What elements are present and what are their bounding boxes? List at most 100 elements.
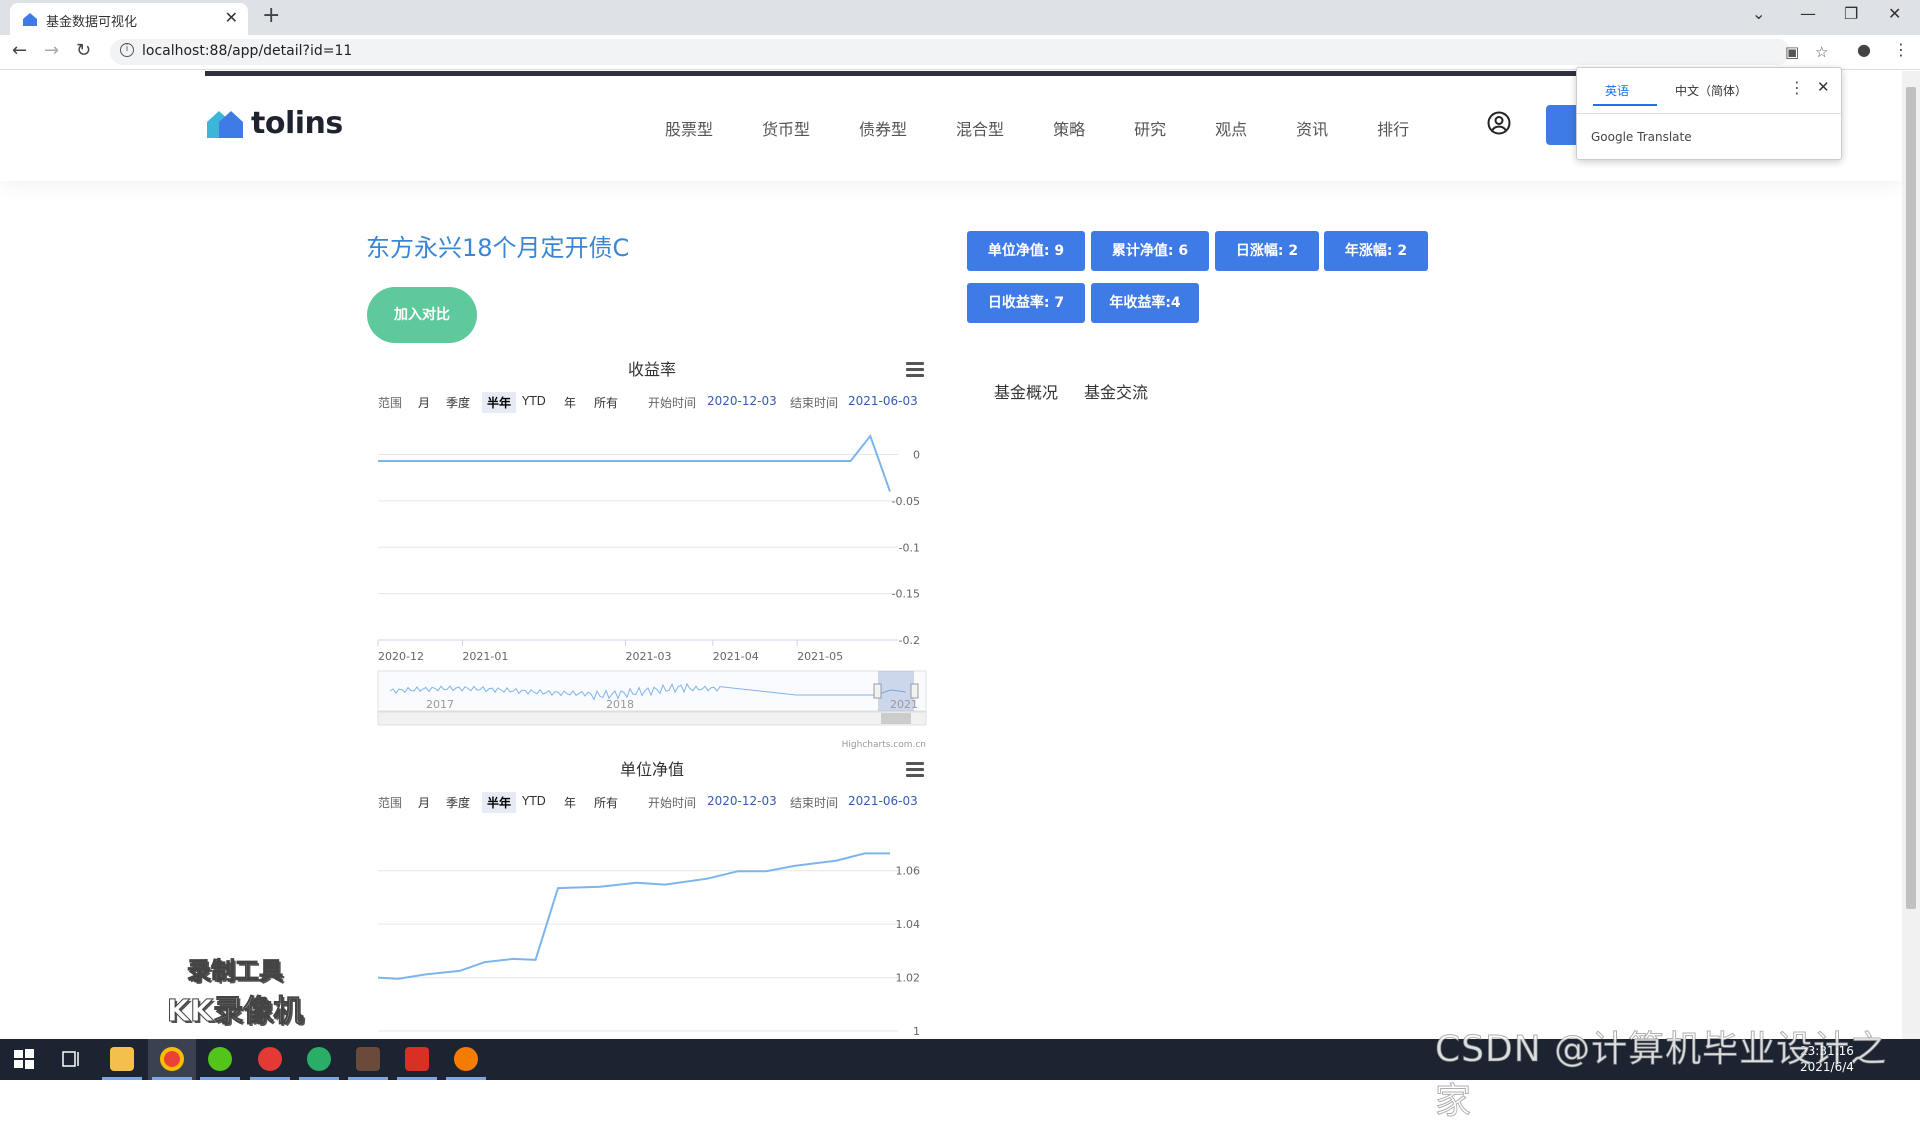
wps-icon[interactable] (405, 1047, 429, 1071)
add-to-compare-button[interactable]: 加入对比 (367, 287, 477, 343)
range-button-quarter[interactable]: 季度 (446, 394, 470, 411)
navigator-label: 2018 (606, 698, 634, 711)
navigator-handle (873, 683, 882, 699)
range-button-month[interactable]: 月 (418, 794, 430, 811)
tab-fund-discussion[interactable]: 基金交流 (1084, 379, 1148, 403)
new-tab-icon[interactable]: + (262, 3, 280, 28)
chart-credit: Highcharts.com.cn (842, 740, 926, 750)
start-date-input[interactable]: 2020-12-03 (707, 794, 777, 808)
range-button-year[interactable]: 年 (564, 794, 576, 811)
range-button-halfyear[interactable]: 半年 (482, 392, 517, 413)
translate-lang-to[interactable]: 中文（简体） (1675, 82, 1747, 99)
chrome-icon[interactable] (160, 1047, 184, 1071)
wechat-icon[interactable] (307, 1047, 331, 1071)
translate-options-icon[interactable]: ⋮ (1789, 78, 1805, 97)
csdn-watermark: CSDN @计算机毕业设计之家 (1435, 1029, 1888, 1123)
browser-tab[interactable]: 基金数据可视化 ✕ (10, 3, 248, 35)
bookmark-star-icon[interactable]: ☆ (1815, 43, 1828, 61)
range-label: 范围 (378, 396, 403, 410)
y-tick-label: 1.04 (896, 918, 921, 931)
back-icon[interactable]: ← (12, 40, 27, 61)
range-label: 范围 (378, 796, 403, 810)
nav-item[interactable]: 混合型 (956, 116, 1004, 140)
range-button-halfyear[interactable]: 半年 (482, 792, 517, 813)
nav-item[interactable]: 债券型 (859, 116, 907, 140)
recorder-app-icon[interactable] (454, 1047, 478, 1071)
recorder-watermark: 录制工具 KK录像机 (160, 951, 310, 1030)
forward-icon[interactable]: → (44, 40, 59, 61)
windows-start-icon[interactable] (12, 1047, 36, 1071)
x-tick-label: 2021-01 (462, 650, 508, 663)
file-explorer-icon[interactable] (110, 1047, 134, 1071)
scrollbar-thumb[interactable] (1906, 87, 1916, 909)
user-account-icon[interactable] (1487, 111, 1511, 135)
range-button-quarter[interactable]: 季度 (446, 794, 470, 811)
y-tick-label: -0.2 (899, 634, 920, 647)
y-tick-label: 0 (913, 449, 920, 462)
nav-item[interactable]: 股票型 (665, 116, 713, 140)
navigator-panel (377, 670, 927, 712)
nav-item[interactable]: 观点 (1215, 116, 1247, 140)
stat-unit-nav[interactable]: 单位净值: 9 (967, 231, 1085, 271)
app-green-icon[interactable] (208, 1047, 232, 1071)
nav-item[interactable]: 研究 (1134, 116, 1166, 140)
nav-chart-svg[interactable]: 1.06 1.04 1.02 1 (376, 826, 928, 1038)
y-tick-label: 1.02 (896, 972, 921, 985)
tab-search-icon[interactable]: ⌄ (1752, 4, 1765, 23)
chart-title: 收益率 (627, 360, 676, 379)
stat-daily-yield[interactable]: 日收益率: 7 (967, 283, 1085, 323)
profile-icon[interactable]: ● (1857, 40, 1871, 59)
site-logo[interactable]: tolins (205, 106, 343, 141)
netease-music-icon[interactable] (258, 1047, 282, 1071)
nav-item[interactable]: 货币型 (762, 116, 810, 140)
reload-icon[interactable]: ↻ (76, 40, 91, 61)
end-date-label: 结束时间 (790, 396, 839, 410)
stat-daily-change[interactable]: 日涨幅: 2 (1215, 231, 1319, 271)
tab-close-icon[interactable]: ✕ (225, 8, 238, 27)
nav-item[interactable]: 策略 (1053, 116, 1085, 140)
translate-close-icon[interactable]: ✕ (1817, 78, 1830, 96)
browser-menu-icon[interactable]: ⋮ (1893, 40, 1909, 59)
chart-menu-icon[interactable] (906, 362, 924, 380)
navigator-scroll-thumb (881, 713, 911, 724)
range-button-year[interactable]: 年 (564, 394, 576, 411)
series-line (377, 852, 890, 980)
translate-brand: Google Translate (1591, 130, 1692, 144)
page-scrollbar[interactable] (1902, 71, 1920, 1039)
fund-tabs: 基金概况 基金交流 (994, 379, 1174, 403)
translate-lang-from[interactable]: 英语 (1605, 82, 1629, 99)
x-tick-label: 2020-12 (378, 650, 424, 663)
browser-toolbar: ← → ↻ i localhost:88/app/detail?id=11 ▣ … (0, 35, 1920, 70)
restore-icon[interactable]: ❐ (1844, 4, 1858, 23)
translate-active-underline (1593, 104, 1657, 106)
y-tick-label: -0.05 (892, 495, 920, 508)
watermark-line1: 录制工具 (187, 957, 284, 986)
end-date-label: 结束时间 (790, 796, 839, 810)
range-button-all[interactable]: 所有 (594, 394, 618, 411)
info-icon[interactable]: i (120, 43, 134, 57)
nav-item[interactable]: 资讯 (1296, 116, 1328, 140)
app-game-icon[interactable] (356, 1047, 380, 1071)
range-button-ytd[interactable]: YTD (522, 794, 546, 808)
end-date-input[interactable]: 2021-06-03 (848, 794, 918, 808)
minimize-icon[interactable]: — (1800, 4, 1816, 23)
translate-popup: 英语 中文（简体） ⋮ ✕ Google Translate (1576, 67, 1843, 160)
range-button-all[interactable]: 所有 (594, 794, 618, 811)
tab-fund-overview[interactable]: 基金概况 (994, 379, 1058, 403)
top-accent-line (205, 71, 1605, 76)
end-date-input[interactable]: 2021-06-03 (848, 394, 918, 408)
stat-cumulative-nav[interactable]: 累计净值: 6 (1091, 231, 1209, 271)
task-view-icon[interactable] (60, 1047, 84, 1071)
chart-menu-icon[interactable] (906, 762, 924, 780)
range-button-ytd[interactable]: YTD (522, 394, 546, 408)
start-date-input[interactable]: 2020-12-03 (707, 394, 777, 408)
stat-yearly-yield[interactable]: 年收益率:4 (1091, 283, 1199, 323)
range-button-month[interactable]: 月 (418, 394, 430, 411)
logo-text: tolins (251, 106, 343, 141)
nav-item[interactable]: 排行 (1377, 116, 1409, 140)
address-bar[interactable]: i localhost:88/app/detail?id=11 ▣ ☆ (110, 39, 1828, 65)
start-date-label: 开始时间 (648, 796, 697, 810)
window-close-icon[interactable]: ✕ (1888, 4, 1901, 23)
stat-yearly-change[interactable]: 年涨幅: 2 (1324, 231, 1428, 271)
translate-icon[interactable]: ▣ (1785, 43, 1799, 61)
